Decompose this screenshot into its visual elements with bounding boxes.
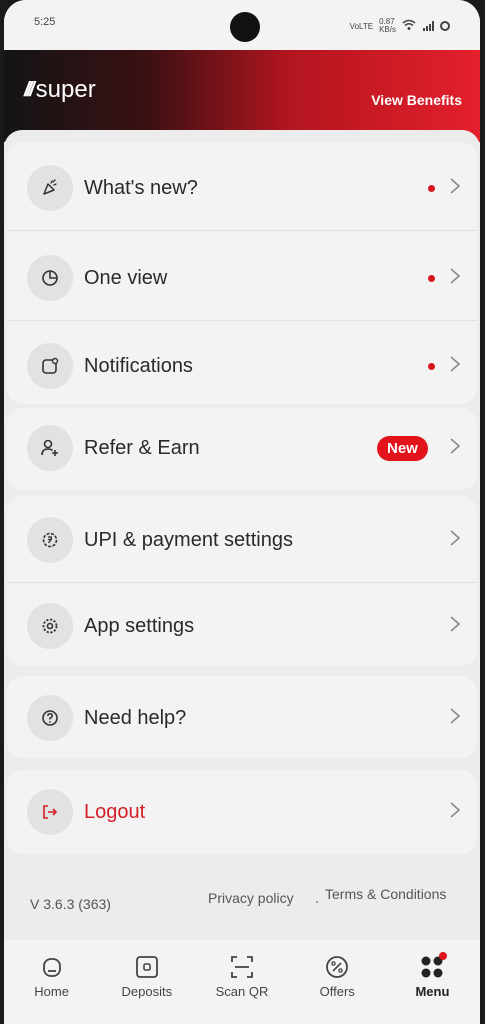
menu-item-label: What's new? [84, 176, 198, 199]
scan-qr-icon [229, 954, 255, 980]
nav-home[interactable]: Home [4, 940, 99, 1024]
divider [7, 320, 477, 321]
menu-item-logout[interactable]: Logout [7, 770, 477, 854]
nav-offers[interactable]: Offers [290, 940, 385, 1024]
brand-logo: /// super [24, 76, 96, 104]
menu-card-settings: UPI & payment settings App settings [7, 496, 477, 666]
menu-item-label: App settings [84, 614, 195, 637]
signal-icon [422, 21, 434, 31]
status-bar: 5:25 VoLTE 0.87 KB/s [4, 0, 480, 50]
unread-dot [428, 274, 435, 282]
chevron-right-icon [449, 801, 461, 823]
header-banner: /// super View Benefits [4, 50, 480, 142]
nav-menu[interactable]: Menu [385, 940, 480, 1024]
menu-card-refer: Refer & Earn New [7, 408, 477, 490]
unread-dot [428, 184, 435, 192]
nav-scan-qr[interactable]: Scan QR [194, 940, 289, 1024]
menu-notification-dot [439, 952, 448, 960]
menu-item-label: Refer & Earn [84, 436, 200, 459]
add-user-icon [27, 425, 73, 471]
chevron-right-icon [449, 707, 461, 729]
link-separator: . [315, 890, 319, 906]
logout-icon [27, 789, 73, 835]
app-version: V 3.6.3 (363) [30, 896, 111, 912]
chevron-right-icon [449, 615, 461, 637]
offers-icon [324, 954, 350, 980]
menu-item-label: Logout [84, 800, 146, 823]
battery-ring-icon [440, 21, 450, 31]
chevron-right-icon [449, 267, 461, 289]
nav-label: Deposits [121, 984, 173, 999]
nav-label: Home [34, 984, 69, 999]
footer-links: V 3.6.3 (363) Privacy policy . Terms & C… [4, 880, 480, 912]
camera-cutout [230, 12, 260, 42]
chevron-right-icon [449, 177, 461, 199]
logo-mark: /// [24, 78, 35, 101]
pie-chart-icon [27, 255, 73, 301]
menu-item-label: Notifications [84, 354, 193, 377]
speed-readout: 0.87 KB/s [379, 17, 396, 34]
menu-card-primary: What's new? One view Notifications [7, 142, 477, 404]
deposits-icon [134, 954, 160, 980]
menu-item-one-view[interactable]: One view [7, 236, 477, 320]
help-icon [27, 695, 73, 741]
phone-screen: 5:25 VoLTE 0.87 KB/s /// super View Bene… [4, 0, 480, 1024]
payment-settings-icon [27, 517, 73, 563]
menu-item-label: UPI & payment settings [84, 528, 293, 551]
network-label: VoLTE [349, 21, 374, 31]
menu-item-label: Need help? [84, 706, 187, 729]
menu-item-notifications[interactable]: Notifications [7, 324, 477, 408]
menu-grid-icon [419, 952, 448, 980]
status-indicators: VoLTE 0.87 KB/s [350, 18, 450, 34]
nav-label: Offers [319, 984, 355, 999]
menu-item-whats-new[interactable]: What's new? [7, 146, 477, 230]
menu-card-logout: Logout [7, 770, 477, 854]
unread-dot [428, 362, 435, 370]
gear-icon [27, 603, 73, 649]
menu-item-app-settings[interactable]: App settings [7, 584, 477, 668]
privacy-policy-link[interactable]: Privacy policy [208, 890, 294, 906]
party-popper-icon [27, 165, 73, 211]
new-badge: New [377, 435, 428, 461]
nav-deposits[interactable]: Deposits [99, 940, 194, 1024]
notification-icon [27, 343, 73, 389]
divider [7, 582, 477, 583]
menu-item-upi-payment-settings[interactable]: UPI & payment settings [7, 498, 477, 582]
bottom-navigation: Home Deposits Scan QR Offers Menu [4, 940, 480, 1024]
nav-label: Menu [415, 984, 450, 999]
menu-item-label: One view [84, 266, 168, 289]
logo-text: super [35, 76, 96, 103]
view-benefits-link[interactable]: View Benefits [371, 92, 462, 108]
chevron-right-icon [449, 355, 461, 377]
status-time: 5:25 [34, 16, 56, 28]
home-icon [39, 954, 65, 980]
menu-item-refer-earn[interactable]: Refer & Earn New [7, 406, 477, 490]
divider [7, 230, 477, 231]
menu-content: What's new? One view Notifications Refer… [4, 130, 480, 940]
terms-conditions-link[interactable]: Terms & Conditions [325, 886, 446, 902]
menu-item-need-help[interactable]: Need help? [7, 676, 477, 760]
wifi-icon [402, 19, 416, 33]
chevron-right-icon [449, 437, 461, 459]
menu-card-help: Need help? [7, 676, 477, 758]
nav-label: Scan QR [215, 984, 269, 999]
chevron-right-icon [449, 529, 461, 551]
